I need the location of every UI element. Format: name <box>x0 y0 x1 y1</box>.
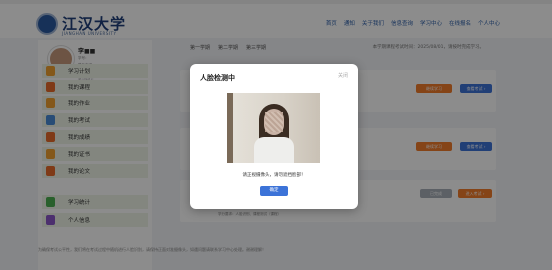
video-door <box>227 93 233 163</box>
person-body <box>254 137 294 163</box>
page: 江汉大学 JIANGHAN UNIVERSITY 首页 通知 关于我们 信息查询… <box>0 0 552 270</box>
dialog-message: 请正视摄像头，请勿遮挡脸部！ <box>242 173 306 178</box>
camera-preview <box>227 93 320 163</box>
dialog-title: 人脸检测中 <box>200 74 235 82</box>
confirm-button[interactable]: 确定 <box>260 186 288 196</box>
face-blur-mosaic <box>265 112 283 132</box>
close-button[interactable]: 关闭 <box>338 72 348 79</box>
face-detection-dialog: 人脸检测中 关闭 请正视摄像头，请勿遮挡脸部！ 确定 <box>190 64 358 209</box>
